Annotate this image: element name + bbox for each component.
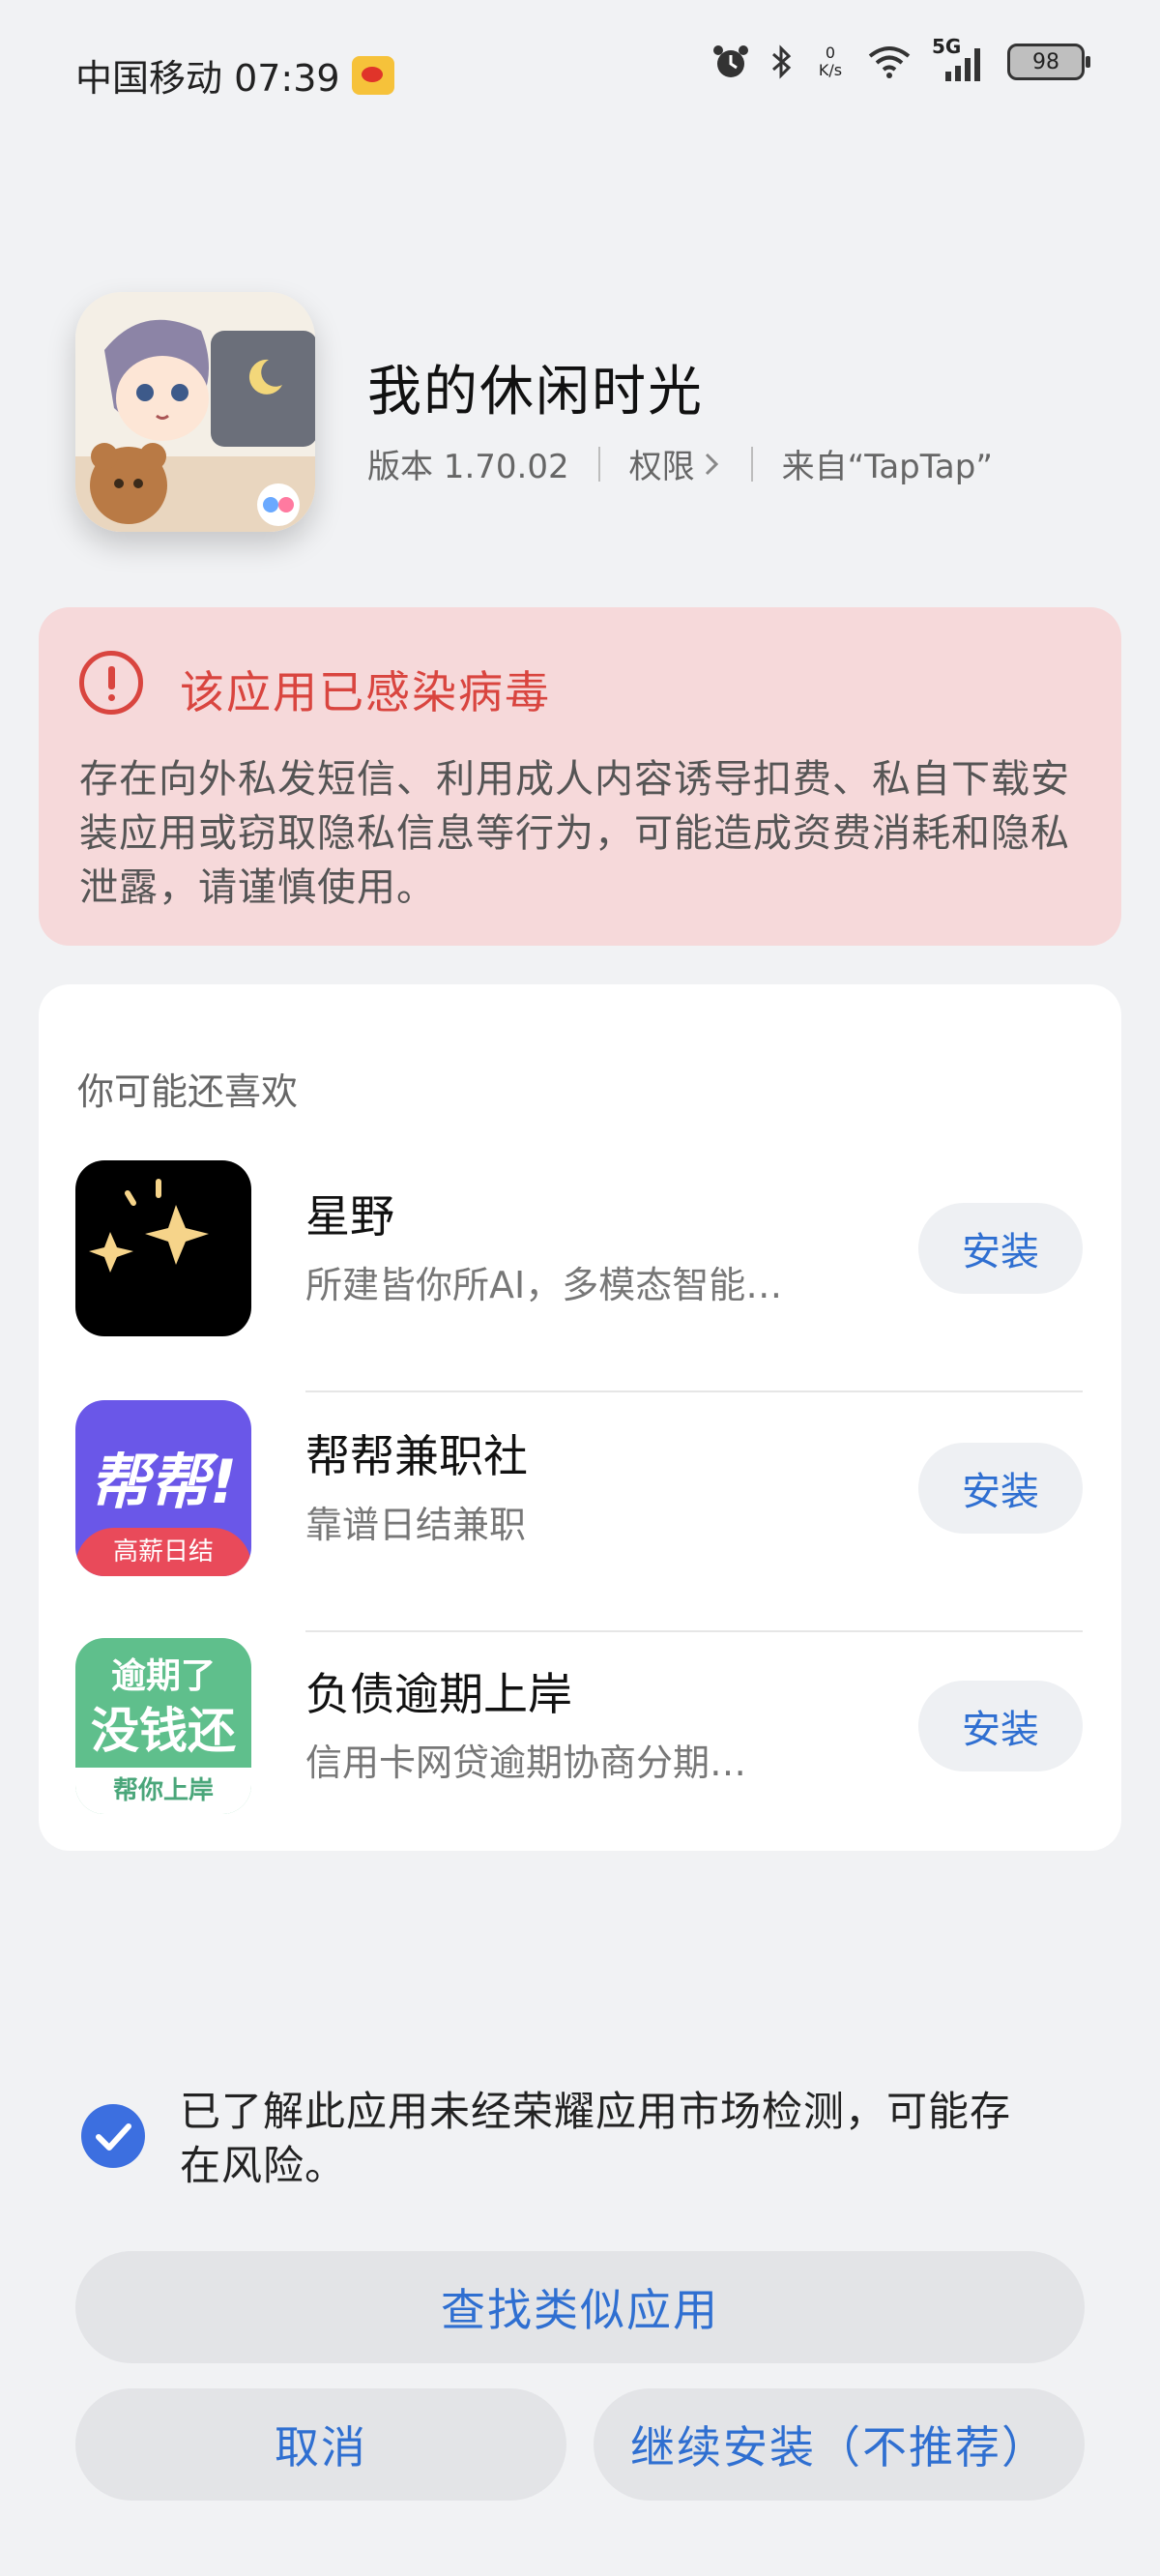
app-name: 帮帮兼职社 [305,1430,528,1482]
chevron-right-icon [705,453,718,475]
alert-icon [79,651,143,715]
divider [305,1630,1083,1632]
warning-text: 存在向外私发短信、利用成人内容诱导扣费、私自下载安装应用或窃取隐私信息等行为，可… [79,757,1070,910]
weibo-icon [351,55,394,95]
meta-divider [750,446,753,482]
list-item[interactable]: 逾期了 没钱还 帮你上岸 负债逾期上岸 信用卡网贷逾期协商分期… 安装 [39,1638,1121,1878]
status-left: 中国移动 07:39 [75,48,394,102]
status-bar: 中国移动 07:39 0 K/s 5G 98 [0,0,1160,145]
wifi-icon [868,46,911,78]
app-name: 我的休闲时光 [367,361,704,424]
bangbang-app-icon: 帮帮! 高薪日结 [75,1400,251,1576]
permission-label: 权限 [628,448,695,486]
install-button[interactable]: 安装 [918,1443,1083,1534]
install-button[interactable]: 安装 [918,1203,1083,1294]
bluetooth-icon [772,44,792,79]
app-name: 星野 [305,1190,394,1243]
status-right: 0 K/s 5G 98 [711,35,1090,81]
app-source: 来自“TapTap” [781,448,993,486]
meta-divider [597,446,600,482]
virus-warning-card: 该应用已感染病毒 存在向外私发短信、利用成人内容诱导扣费、私自下载安装应用或窃取… [39,607,1121,946]
app-icon [75,292,315,532]
battery-icon: 98 [1007,44,1090,80]
divider [305,1390,1083,1392]
net-speed: 0 K/s [818,44,843,79]
find-similar-button[interactable]: 查找类似应用 [75,2251,1085,2363]
warning-title: 该应用已感染病毒 [180,666,551,718]
permission-link[interactable]: 权限 [629,440,722,487]
ack-checkbox[interactable] [81,2104,145,2168]
install-button[interactable]: 安装 [918,1681,1083,1771]
check-icon [96,2123,131,2151]
carrier-time: 中国移动 07:39 [75,57,340,100]
recommend-card: 你可能还喜欢 星野 所建皆你所AI，多模态智能… 安装 帮帮! 高薪日结 帮帮兼… [39,984,1121,1851]
signal-indicator: 5G [932,35,988,81]
cancel-button[interactable]: 取消 [75,2388,566,2501]
recommend-title: 你可能还喜欢 [77,1070,299,1113]
app-name: 负债逾期上岸 [305,1668,572,1720]
continue-install-button[interactable]: 继续安装（不推荐） [594,2388,1085,2501]
app-meta: 版本 1.70.02 权限 来自“TapTap” [367,440,993,487]
alarm-icon [713,45,748,77]
app-description: 所建皆你所AI，多模态智能… [305,1264,783,1306]
list-item[interactable]: 星野 所建皆你所AI，多模态智能… 安装 [39,1160,1121,1400]
app-description: 靠谱日结兼职 [305,1504,527,1546]
debt-app-icon: 逾期了 没钱还 帮你上岸 [75,1638,251,1814]
app-description: 信用卡网贷逾期协商分期… [305,1742,747,1784]
list-item[interactable]: 帮帮! 高薪日结 帮帮兼职社 靠谱日结兼职 安装 [39,1400,1121,1640]
app-version: 版本 1.70.02 [367,448,569,486]
ack-text: 已了解此应用未经荣耀应用市场检测，可能存在风险。 [180,2088,1012,2189]
xingye-app-icon [75,1160,251,1336]
